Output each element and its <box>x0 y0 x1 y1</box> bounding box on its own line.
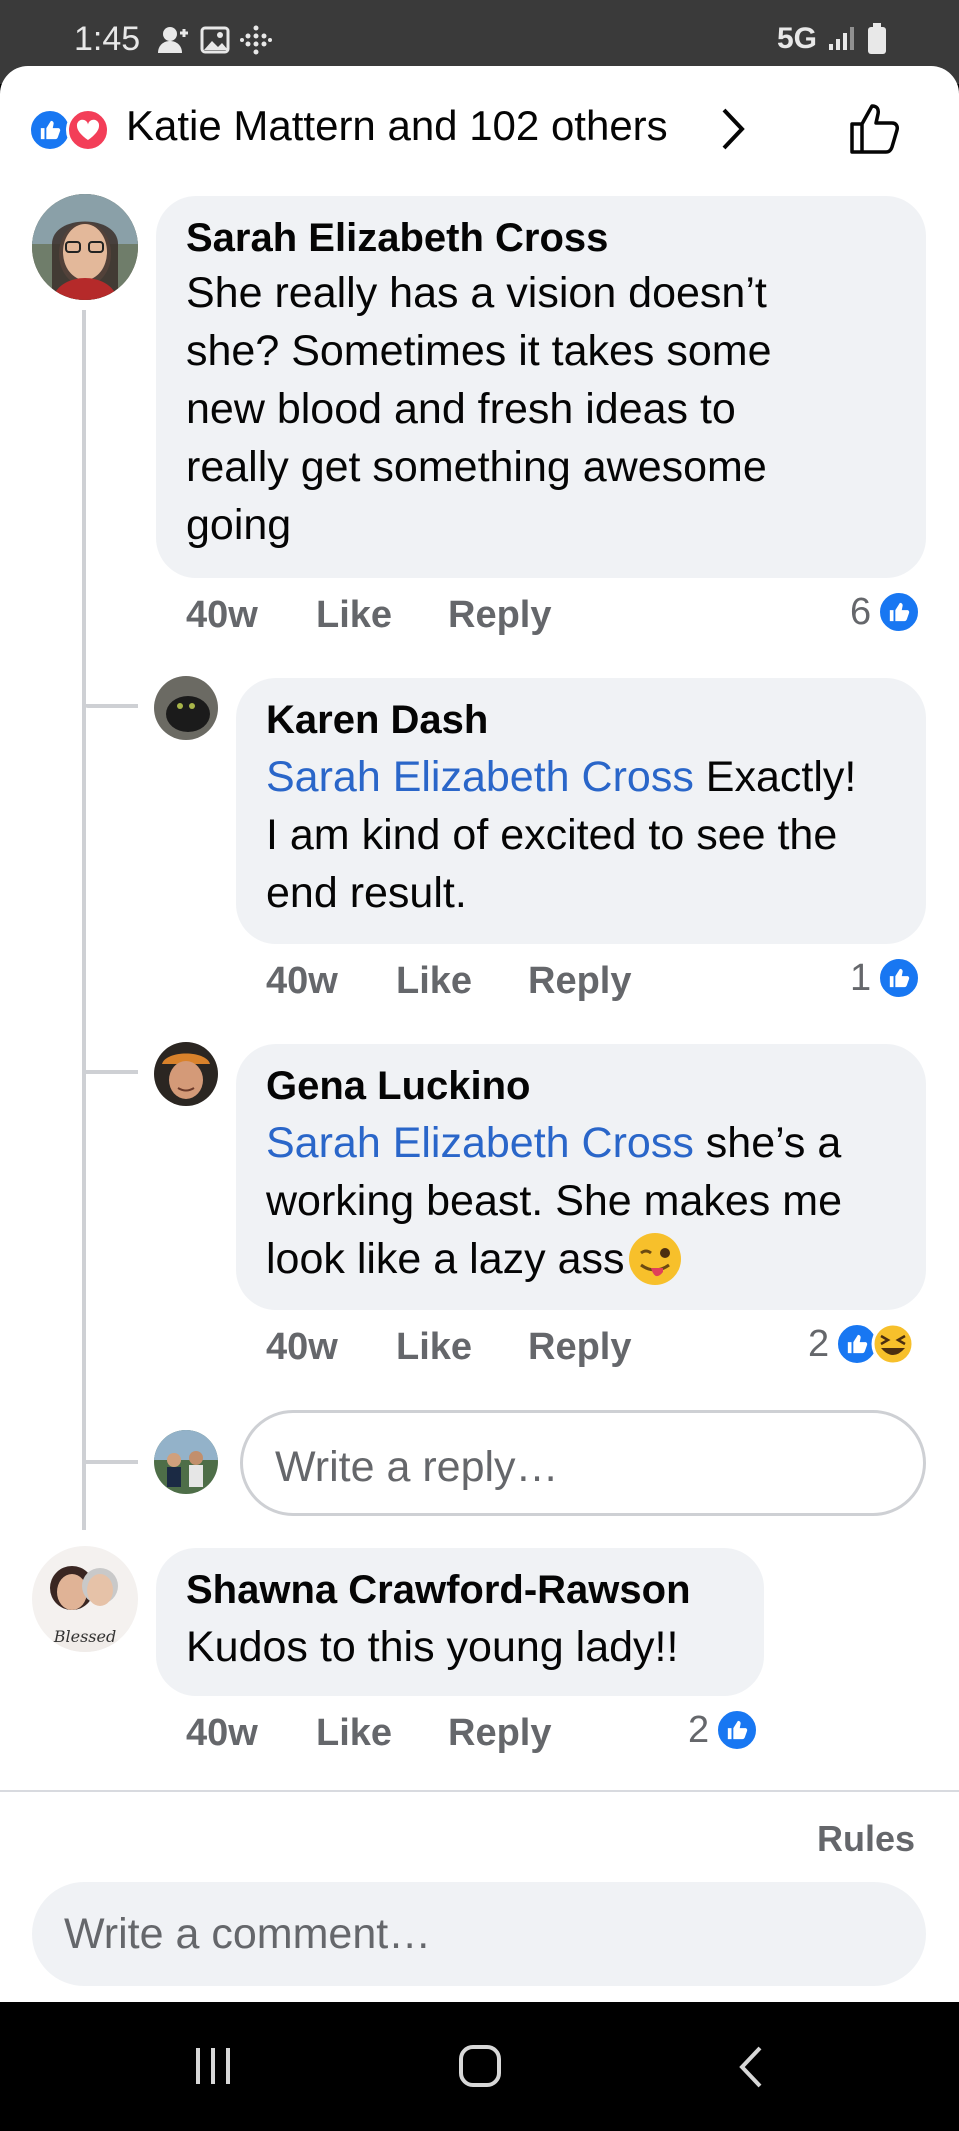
gallery-icon <box>200 26 230 54</box>
back-icon[interactable] <box>736 2044 766 2090</box>
like-button[interactable]: Like <box>396 960 472 1003</box>
reply-input[interactable]: Write a reply… <box>240 1410 926 1516</box>
reply-button[interactable]: Reply <box>448 1712 551 1755</box>
reaction-count-number: 2 <box>688 1708 710 1751</box>
comment-bubble[interactable]: Shawna Crawford-Rawson Kudos to this you… <box>156 1548 764 1696</box>
thread-line <box>82 310 86 1530</box>
like-reaction-icon <box>877 956 922 1000</box>
comment-line: I am kind of excited to see the <box>266 811 838 859</box>
avatar <box>154 1430 218 1494</box>
love-reaction-icon <box>66 108 110 152</box>
reply-button[interactable]: Reply <box>528 1326 631 1369</box>
dots-grid-icon <box>240 25 272 55</box>
comment-time: 40w <box>186 594 258 636</box>
winking-tongue-emoji-icon <box>628 1233 681 1285</box>
home-icon[interactable] <box>458 2044 502 2088</box>
avatar[interactable] <box>154 1042 218 1106</box>
comment-line: look like a lazy ass <box>266 1235 625 1283</box>
like-reaction-icon <box>715 1708 760 1752</box>
comments-sheet: Katie Mattern and 102 others Sarah Eliza… <box>0 66 959 2002</box>
reaction-count[interactable]: 6 <box>850 590 922 634</box>
reaction-count-number: 1 <box>850 956 872 999</box>
chevron-right-icon[interactable] <box>718 104 748 154</box>
comment-author[interactable]: Shawna Crawford-Rawson <box>186 1568 691 1613</box>
like-button[interactable]: Like <box>396 1326 472 1369</box>
comment-time: 40w <box>266 1326 338 1368</box>
status-right: 5G <box>777 22 887 56</box>
like-post-icon[interactable] <box>848 100 904 156</box>
comment-line: working beast. She makes me <box>266 1177 842 1225</box>
reaction-count[interactable]: 2 <box>808 1322 915 1366</box>
comment-line: she’s a <box>693 1119 842 1167</box>
reaction-count[interactable]: 1 <box>850 956 922 1000</box>
comment-text: Sarah Elizabeth Cross she’s a working be… <box>266 1114 842 1288</box>
like-button[interactable]: Like <box>316 1712 392 1755</box>
reply-button[interactable]: Reply <box>448 594 551 637</box>
reaction-count-number: 6 <box>850 590 872 633</box>
system-nav-bar <box>0 2002 959 2131</box>
comment-bubble[interactable]: Sarah Elizabeth Cross She really has a v… <box>156 196 926 578</box>
avatar[interactable]: Blessed <box>32 1546 138 1652</box>
reactions-summary[interactable]: Katie Mattern and 102 others <box>126 102 668 150</box>
like-button[interactable]: Like <box>316 594 392 637</box>
avatar[interactable] <box>32 194 138 300</box>
comment-line: really get something awesome <box>186 443 767 491</box>
reaction-count-number: 2 <box>808 1322 830 1365</box>
comment-line: end result. <box>266 869 467 917</box>
contact-sync-icon <box>158 27 188 53</box>
battery-icon <box>868 23 886 54</box>
status-notification-icons <box>156 24 272 56</box>
status-time: 1:45 <box>74 20 141 58</box>
reactions-header[interactable]: Katie Mattern and 102 others <box>0 66 959 192</box>
network-label: 5G <box>776 22 817 55</box>
like-reaction-icon <box>877 590 922 634</box>
comment-time: 40w <box>266 960 338 1002</box>
comment-bubble[interactable]: Gena Luckino Sarah Elizabeth Cross she’s… <box>236 1044 926 1310</box>
rules-link[interactable]: Rules <box>817 1818 915 1860</box>
comment-line: going <box>186 501 292 549</box>
thread-branch <box>84 1460 138 1464</box>
comment-line: Kudos to this young lady!! <box>186 1623 679 1671</box>
reply-button[interactable]: Reply <box>528 960 631 1003</box>
signal-icon <box>829 27 854 50</box>
comment-author[interactable]: Karen Dash <box>266 698 488 743</box>
comment-line: Exactly! <box>693 753 857 801</box>
avatar[interactable] <box>154 676 218 740</box>
comment-time: 40w <box>186 1712 258 1754</box>
recent-apps-icon[interactable] <box>192 2044 234 2088</box>
comment-text: Kudos to this young lady!! <box>186 1618 678 1676</box>
mention-link[interactable]: Sarah Elizabeth Cross <box>266 753 694 801</box>
comment-author[interactable]: Sarah Elizabeth Cross <box>186 216 608 261</box>
comment-text: Sarah Elizabeth Cross Exactly! I am kind… <box>266 748 856 922</box>
comment-author[interactable]: Gena Luckino <box>266 1064 531 1109</box>
thread-branch <box>84 1070 138 1074</box>
comment-line: new blood and fresh ideas to <box>186 385 736 433</box>
comment-line: She really has a vision doesn’t <box>186 269 767 317</box>
footer-divider <box>0 1790 959 1792</box>
mention-link[interactable]: Sarah Elizabeth Cross <box>266 1119 694 1167</box>
comment-input[interactable]: Write a comment… <box>32 1882 926 1986</box>
haha-reaction-icon <box>871 1322 915 1366</box>
comment-text: She really has a vision doesn’t she? Som… <box>186 264 772 554</box>
comment-line: she? Sometimes it takes some <box>186 327 772 375</box>
comment-bubble[interactable]: Karen Dash Sarah Elizabeth Cross Exactly… <box>236 678 926 944</box>
reaction-icons <box>28 108 112 152</box>
thread-branch <box>84 704 138 708</box>
avatar-watermark-text: Blessed <box>53 1627 116 1646</box>
reaction-count[interactable]: 2 <box>688 1708 760 1752</box>
